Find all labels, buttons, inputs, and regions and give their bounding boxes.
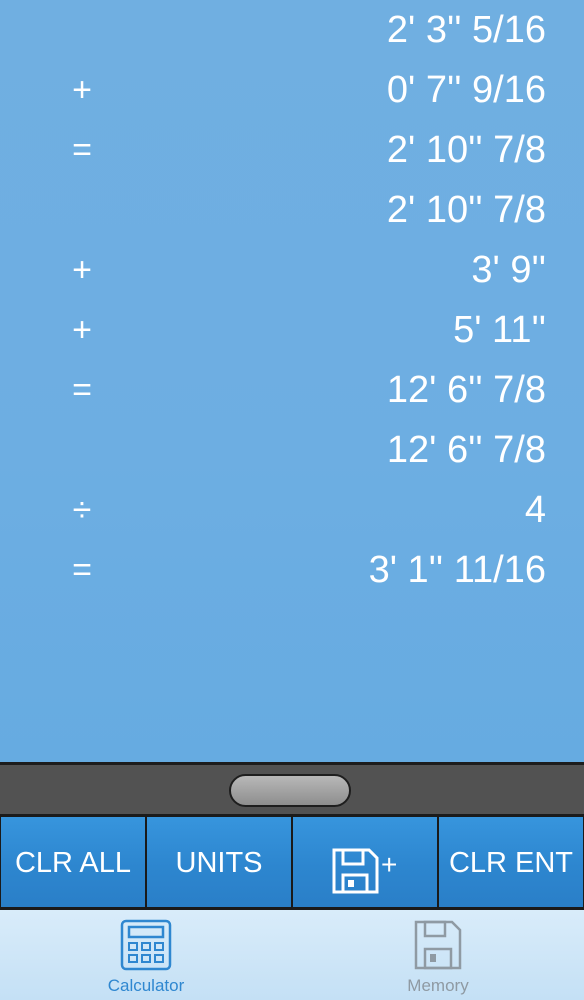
tape-value: 2' 10'' 7/8 — [386, 129, 546, 171]
clear-entry-label: CLR ENT — [448, 847, 574, 879]
tab-bar: Calculator Memory — [0, 910, 584, 1000]
tape-operator — [62, 420, 102, 480]
tape-operator: + — [72, 311, 92, 349]
tape-display: 2' 3'' 5/16 + 0' 7'' 9/16 = 2' 10'' 7/8 … — [0, 0, 584, 762]
units-label: UNITS — [175, 847, 263, 879]
function-button-row: CLR ALL UNITS + CLR ENT — [0, 814, 584, 910]
tape-operator: + — [72, 251, 92, 289]
clear-entry-button[interactable]: CLR ENT — [438, 816, 584, 908]
tape-operator: = — [72, 371, 92, 409]
tape-operator: = — [72, 131, 92, 169]
tape-operator: + — [72, 71, 92, 109]
tape-row: + 0' 7'' 9/16 — [0, 60, 584, 120]
tab-memory[interactable]: Memory — [292, 910, 584, 1000]
floppy-disk-icon — [331, 840, 381, 894]
clear-all-button[interactable]: CLR ALL — [0, 816, 146, 908]
tape-value: 12' 6'' 7/8 — [386, 369, 546, 411]
keypad-drawer-bar — [0, 762, 584, 814]
units-button[interactable]: UNITS — [146, 816, 292, 908]
tape-row: = 3' 1'' 11/16 — [0, 540, 584, 600]
tape-row: = 12' 6'' 7/8 — [0, 360, 584, 420]
tape-value: 3' 9'' — [471, 249, 546, 291]
tape-operator: ÷ — [72, 491, 92, 529]
calculator-icon — [120, 919, 172, 971]
tape-operator — [62, 180, 102, 240]
tape-row: 12' 6'' 7/8 — [0, 420, 584, 480]
tab-calculator-label: Calculator — [107, 976, 185, 995]
tape-value: 3' 1'' 11/16 — [368, 549, 546, 591]
tape-operator: = — [72, 551, 92, 589]
tape-row: 2' 10'' 7/8 — [0, 180, 584, 240]
tape-row: + 3' 9'' — [0, 240, 584, 300]
tape-value: 5' 11'' — [453, 309, 546, 351]
tape-row: 2' 3'' 5/16 — [0, 0, 584, 60]
plus-label: + — [381, 849, 398, 880]
tape-value: 4 — [524, 489, 546, 531]
drawer-drag-handle[interactable] — [229, 774, 351, 807]
save-to-memory-button[interactable]: + — [292, 816, 438, 908]
tab-calculator[interactable]: Calculator — [0, 910, 292, 1000]
tape-value: 12' 6'' 7/8 — [386, 429, 546, 471]
tape-value: 2' 3'' 5/16 — [386, 9, 546, 51]
tape-row: + 5' 11'' — [0, 300, 584, 360]
tape-row: ÷ 4 — [0, 480, 584, 540]
tape-value: 0' 7'' 9/16 — [386, 69, 546, 111]
tab-memory-label: Memory — [407, 976, 469, 995]
tape-row: = 2' 10'' 7/8 — [0, 120, 584, 180]
clear-all-label: CLR ALL — [14, 847, 132, 879]
floppy-disk-icon — [412, 919, 464, 971]
tape-operator — [62, 0, 102, 60]
tape-value: 2' 10'' 7/8 — [386, 189, 546, 231]
